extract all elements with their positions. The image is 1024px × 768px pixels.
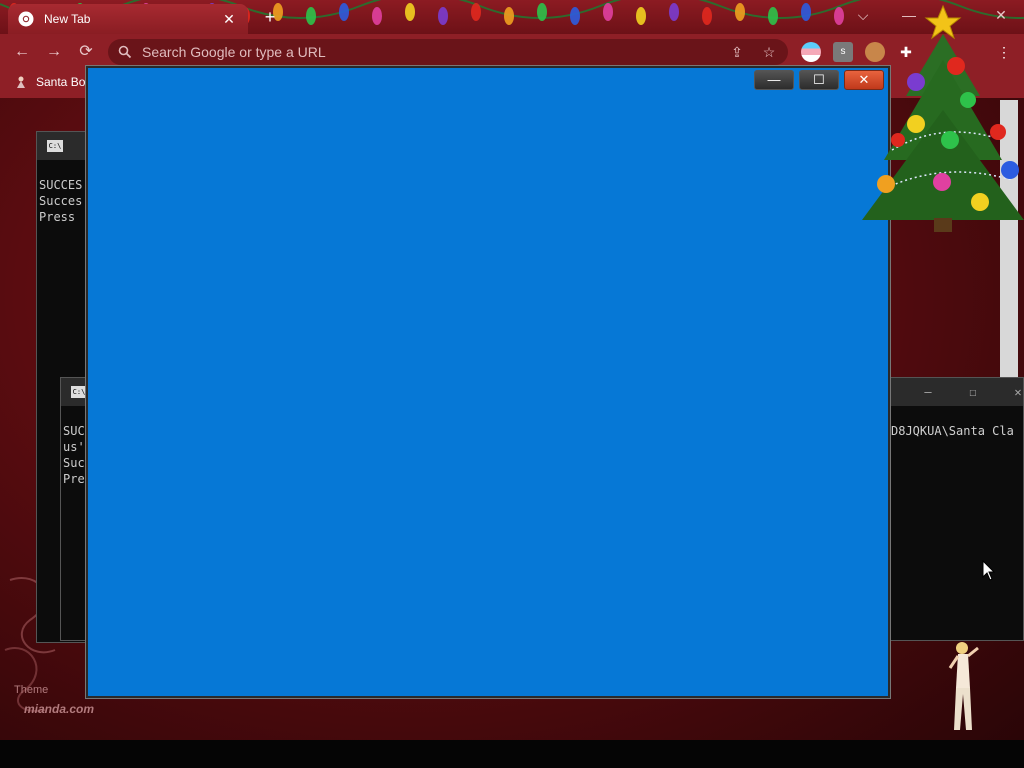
console-line: Succes [39, 194, 83, 208]
light-bulb-icon [339, 3, 349, 21]
console-close-button[interactable]: ✕ [1003, 383, 1024, 401]
forward-button[interactable]: → [42, 41, 66, 63]
tab-close-icon[interactable]: ✕ [220, 11, 238, 28]
blue-app-window[interactable]: — ☐ ✕ [85, 65, 891, 699]
console-line: Press [39, 210, 83, 224]
light-bulb-icon [801, 3, 811, 21]
console-maximize-button[interactable]: ☐ [958, 383, 988, 401]
light-bulb-icon [438, 7, 448, 25]
mouse-cursor-icon [982, 560, 996, 581]
console-path-text: D8JQKUA\Santa Cla [891, 424, 1014, 438]
light-bulb-icon [636, 7, 646, 25]
extension-flag-icon[interactable] [801, 42, 821, 62]
bookmark-santa[interactable]: Santa Bo [14, 75, 85, 89]
console-minimize-button[interactable]: — [913, 383, 943, 401]
taskbar [0, 740, 1024, 768]
console-line: SUC [63, 424, 85, 438]
share-icon[interactable]: ⇪ [728, 44, 746, 61]
light-bulb-icon [768, 7, 778, 25]
light-bulb-icon [306, 7, 316, 25]
light-bulb-icon [471, 3, 481, 21]
santa-icon [17, 76, 25, 88]
light-bulb-icon [372, 7, 382, 25]
theme-credit-link[interactable]: mianda.com [24, 702, 94, 716]
omnibox[interactable]: Search Google or type a URL ⇪ ☆ [108, 39, 788, 65]
tab-title: New Tab [44, 12, 91, 26]
new-tab-button[interactable]: + [258, 6, 282, 28]
extension-s-icon[interactable]: s [833, 42, 853, 62]
light-bulb-icon [603, 3, 613, 21]
console-line: Pre [63, 472, 85, 486]
light-bulb-icon [702, 7, 712, 25]
christmas-tree-decoration [862, 4, 1024, 232]
cmd-icon: C:\ [71, 386, 87, 398]
light-bulb-icon [570, 7, 580, 25]
back-button[interactable]: ← [10, 41, 34, 63]
light-bulb-icon [504, 7, 514, 25]
light-bulb-icon [735, 3, 745, 21]
bookmark-star-icon[interactable]: ☆ [760, 44, 778, 61]
blue-window-minimize-button[interactable]: — [754, 70, 794, 90]
dancing-figure-decoration [948, 642, 979, 730]
reload-button[interactable]: ⟳ [74, 41, 98, 63]
console-line: SUCCES [39, 178, 83, 192]
console-line: Suc [63, 456, 85, 470]
theme-label: Theme [14, 684, 49, 696]
chrome-icon [18, 11, 34, 27]
light-bulb-icon [669, 3, 679, 21]
tab-new-tab[interactable]: New Tab ✕ [8, 4, 248, 34]
light-bulb-icon [537, 3, 547, 21]
cmd-icon: C:\ [47, 140, 63, 152]
bookmark-label: Santa Bo [36, 75, 86, 89]
light-bulb-icon [405, 3, 415, 21]
console-line: us' [63, 440, 85, 454]
blue-window-maximize-button[interactable]: ☐ [799, 70, 839, 90]
search-icon [118, 45, 132, 59]
omnibox-placeholder: Search Google or type a URL [142, 44, 326, 60]
